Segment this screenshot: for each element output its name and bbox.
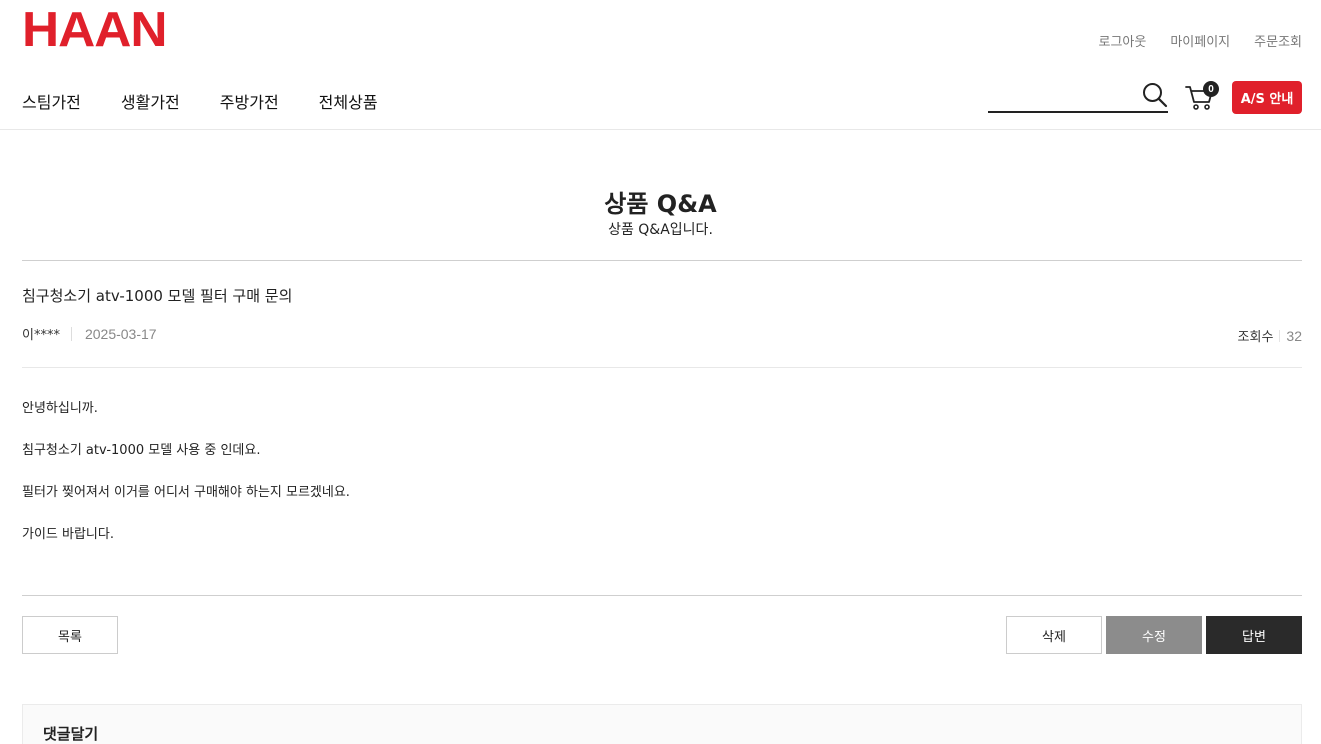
- list-button[interactable]: 목록: [22, 616, 118, 654]
- page-subtitle: 상품 Q&A입니다.: [608, 222, 713, 238]
- post-author: 이****: [22, 328, 60, 343]
- edit-button[interactable]: 수정: [1106, 616, 1202, 654]
- nav-item-all-products[interactable]: 전체상품: [319, 89, 378, 113]
- cart-button[interactable]: 0: [1185, 81, 1219, 112]
- comment-section: 댓글달기: [22, 704, 1302, 744]
- as-guide-button[interactable]: A/S 안내: [1232, 81, 1302, 114]
- cart-icon: [1185, 86, 1215, 116]
- order-lookup-link[interactable]: 주문조회: [1254, 31, 1302, 50]
- comment-title: 댓글달기: [43, 725, 99, 743]
- haan-logo[interactable]: HAAN: [22, 6, 167, 55]
- post-date: 2025-03-17: [84, 325, 157, 342]
- cart-count-badge: 0: [1203, 81, 1219, 97]
- page: HAAN 로그아웃 마이페이지 주문조회 스팀가전 생활가전 주방가전 전체상품…: [0, 0, 1321, 744]
- search-icon[interactable]: [1142, 82, 1168, 108]
- nav-item-steam[interactable]: 스팀가전: [22, 89, 81, 113]
- mypage-link[interactable]: 마이페이지: [1170, 31, 1230, 50]
- views-separator: [1279, 329, 1281, 342]
- post-body-line: 가이드 바랍니다.: [22, 527, 114, 542]
- main-nav: 스팀가전 생활가전 주방가전 전체상품: [22, 89, 378, 113]
- body-divider: [22, 595, 1302, 596]
- utility-links: 로그아웃 마이페이지 주문조회: [1099, 31, 1303, 50]
- search-input[interactable]: [988, 80, 1138, 110]
- page-title: 상품 Q&A: [604, 190, 717, 218]
- post-body: 안녕하십니까. 침구청소기 atv-1000 모델 사용 중 인데요. 필터가 …: [22, 399, 350, 567]
- search-bar: [988, 80, 1168, 113]
- meta-divider: [22, 367, 1302, 368]
- header-divider: [0, 129, 1321, 130]
- title-divider: [22, 260, 1302, 261]
- logout-link[interactable]: 로그아웃: [1099, 31, 1147, 50]
- nav-item-living[interactable]: 생활가전: [121, 89, 180, 113]
- reply-button[interactable]: 답변: [1206, 616, 1302, 654]
- post-body-line: 필터가 찢어져서 이거를 어디서 구매해야 하는지 모르겠네요.: [22, 485, 350, 500]
- post-views: 조회수 32: [1237, 326, 1302, 346]
- post-title: 침구청소기 atv-1000 모델 필터 구매 문의: [22, 287, 293, 305]
- meta-separator: [70, 326, 72, 341]
- delete-button[interactable]: 삭제: [1006, 616, 1102, 654]
- post-body-line: 침구청소기 atv-1000 모델 사용 중 인데요.: [22, 443, 261, 458]
- views-count: 32: [1286, 327, 1302, 344]
- post-meta: 이**** 2025-03-17: [22, 324, 157, 344]
- post-body-line: 안녕하십니까.: [22, 401, 98, 416]
- nav-item-kitchen[interactable]: 주방가전: [220, 89, 279, 113]
- views-label: 조회수: [1237, 330, 1274, 345]
